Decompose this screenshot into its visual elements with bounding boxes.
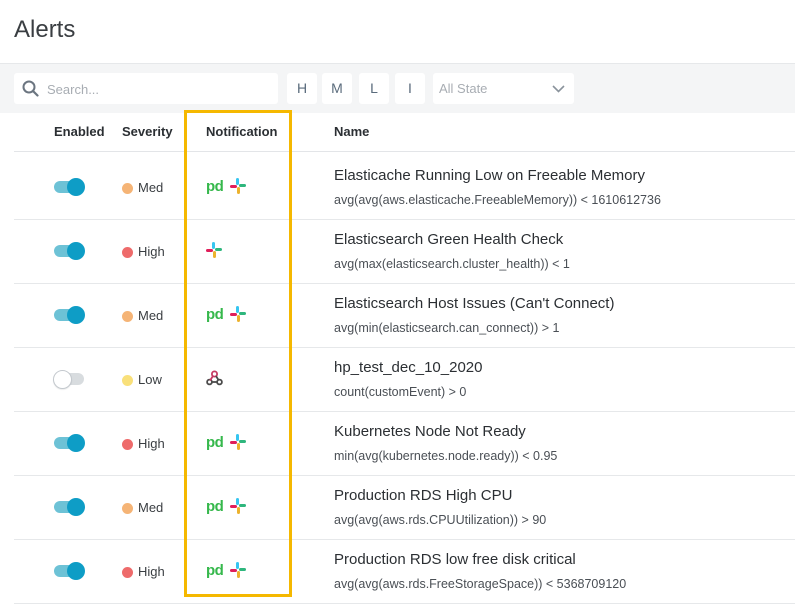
alert-query: avg(avg(aws.rds.CPUUtilization)) > 90	[334, 513, 547, 527]
state-select-value: All State	[439, 81, 488, 96]
alerts-table: Med pd Elasticache Running Low on Freeab…	[0, 156, 795, 604]
search-icon	[22, 80, 39, 97]
chevron-down-icon	[552, 85, 565, 93]
severity-dot	[122, 503, 133, 514]
enabled-toggle[interactable]	[54, 306, 86, 324]
severity-label: High	[138, 436, 165, 451]
table-row[interactable]: Med pd Elasticache Running Low on Freeab…	[0, 156, 795, 220]
severity-dot	[122, 311, 133, 322]
state-select[interactable]: All State	[433, 73, 574, 104]
header-divider	[14, 151, 795, 152]
severity-dot	[122, 567, 133, 578]
column-header-notification[interactable]: Notification	[206, 124, 278, 139]
alert-query: avg(max(elasticsearch.cluster_health)) <…	[334, 257, 570, 271]
slack-icon	[206, 242, 222, 263]
enabled-toggle[interactable]	[54, 498, 86, 516]
severity-filter-high[interactable]: H	[287, 73, 317, 104]
enabled-toggle[interactable]	[54, 434, 86, 452]
slack-icon	[230, 434, 246, 455]
table-row[interactable]: High pd Production RDS low free disk cri…	[0, 540, 795, 604]
alert-name[interactable]: Kubernetes Node Not Ready	[334, 423, 526, 440]
alert-name[interactable]: Elasticache Running Low on Freeable Memo…	[334, 167, 645, 184]
table-row[interactable]: Low hp_test_dec_10_2020 count(customEven…	[0, 348, 795, 412]
webhook-icon	[206, 370, 223, 391]
page-title: Alerts	[14, 16, 76, 43]
enabled-toggle[interactable]	[53, 370, 86, 389]
pagerduty-icon: pd	[206, 434, 224, 451]
table-row[interactable]: High Elasticsearch Green Health Check av…	[0, 220, 795, 284]
table-row[interactable]: Med pd Elasticsearch Host Issues (Can't …	[0, 284, 795, 348]
alert-name[interactable]: Elasticsearch Green Health Check	[334, 231, 563, 248]
alert-query: count(customEvent) > 0	[334, 385, 467, 399]
severity-label: Low	[138, 372, 162, 387]
severity-filter-med[interactable]: M	[322, 73, 352, 104]
severity-dot	[122, 247, 133, 258]
severity-label: High	[138, 564, 165, 579]
severity-label: High	[138, 244, 165, 259]
column-header-severity[interactable]: Severity	[122, 124, 173, 139]
column-header-name[interactable]: Name	[334, 124, 369, 139]
slack-icon	[230, 498, 246, 519]
alert-name[interactable]: Production RDS low free disk critical	[334, 551, 576, 568]
slack-icon	[230, 306, 246, 327]
alert-query: avg(min(elasticsearch.can_connect)) > 1	[334, 321, 560, 335]
column-header-enabled[interactable]: Enabled	[54, 124, 105, 139]
table-row[interactable]: Med pd Production RDS High CPU avg(avg(a…	[0, 476, 795, 540]
alert-name[interactable]: hp_test_dec_10_2020	[334, 359, 482, 376]
alert-query: avg(avg(aws.elasticache.FreeableMemory))…	[334, 193, 661, 207]
alert-name[interactable]: Production RDS High CPU	[334, 487, 512, 504]
pagerduty-icon: pd	[206, 306, 224, 323]
alert-name[interactable]: Elasticsearch Host Issues (Can't Connect…	[334, 295, 614, 312]
search-box[interactable]	[14, 73, 278, 104]
filter-bar: H M L I All State	[0, 63, 795, 113]
slack-icon	[230, 562, 246, 583]
severity-filter-low[interactable]: L	[359, 73, 389, 104]
table-header: Enabled Severity Notification Name	[0, 113, 795, 151]
alert-query: avg(avg(aws.rds.FreeStorageSpace)) < 536…	[334, 577, 627, 591]
severity-label: Med	[138, 180, 164, 195]
severity-label: Med	[138, 500, 164, 515]
search-input[interactable]	[45, 77, 274, 101]
severity-dot	[122, 439, 133, 450]
pagerduty-icon: pd	[206, 178, 224, 195]
pagerduty-icon: pd	[206, 498, 224, 515]
severity-filter-info[interactable]: I	[395, 73, 425, 104]
alert-query: min(avg(kubernetes.node.ready)) < 0.95	[334, 449, 558, 463]
table-row[interactable]: High pd Kubernetes Node Not Ready min(av…	[0, 412, 795, 476]
severity-dot	[122, 183, 133, 194]
pagerduty-icon: pd	[206, 562, 224, 579]
enabled-toggle[interactable]	[54, 562, 86, 580]
severity-dot	[122, 375, 133, 386]
enabled-toggle[interactable]	[54, 242, 86, 260]
severity-label: Med	[138, 308, 164, 323]
slack-icon	[230, 178, 246, 199]
enabled-toggle[interactable]	[54, 178, 86, 196]
